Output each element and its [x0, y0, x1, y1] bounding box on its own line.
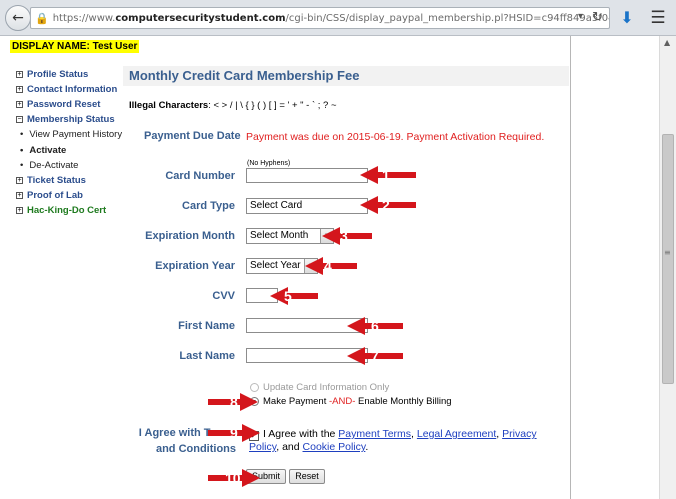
expiration-month-label: Expiration Month	[145, 230, 235, 242]
expand-icon: +	[16, 86, 23, 93]
browser-toolbar: ← 🔒 https://www.computersecuritystudent.…	[0, 0, 676, 36]
reset-button[interactable]: Reset	[289, 469, 325, 484]
annotation-arrow-3: 3	[322, 227, 372, 245]
cookie-policy-link[interactable]: Cookie Policy	[303, 441, 366, 453]
arrow-head-icon	[242, 424, 260, 442]
arrow-head-icon	[240, 393, 258, 411]
sidebar-item-membership-status[interactable]: − Membership Status	[16, 114, 115, 125]
scroll-thumb[interactable]	[662, 134, 674, 384]
radio-make-payment[interactable]: Make Payment -AND- Enable Monthly Billin…	[250, 396, 452, 407]
address-bar[interactable]: 🔒 https://www.computersecuritystudent.co…	[30, 7, 610, 29]
agree-terms-text: ✓ I Agree with the Payment Terms, Legal A…	[249, 428, 537, 453]
expiration-year-label: Expiration Year	[155, 260, 235, 272]
page-title: Monthly Credit Card Membership Fee	[129, 68, 360, 83]
card-number-hint: (No Hyphens)	[247, 160, 291, 167]
sidebar-item-proof-of-lab[interactable]: + Proof of Lab	[16, 190, 83, 201]
first-name-label: First Name	[178, 320, 235, 332]
sidebar-item-profile-status[interactable]: + Profile Status	[16, 69, 88, 80]
radio-update-card[interactable]: Update Card Information Only	[250, 382, 389, 393]
annotation-arrow-6: 6	[347, 317, 403, 335]
download-icon[interactable]: ⬇	[616, 7, 638, 29]
annotation-arrow-1: 1	[360, 166, 416, 184]
legal-agreement-link[interactable]: Legal Agreement	[417, 428, 496, 440]
expand-icon: +	[16, 177, 23, 184]
menu-icon[interactable]: ☰	[647, 7, 669, 29]
annotation-arrow-10: 10	[208, 469, 260, 487]
back-button[interactable]: ←	[5, 5, 31, 31]
card-number-input[interactable]	[246, 168, 368, 183]
sidebar-item-contact-information[interactable]: + Contact Information	[16, 84, 117, 95]
payment-due-message: Payment was due on 2015-06-19. Payment A…	[246, 131, 545, 143]
url-text: https://www.computersecuritystudent.com/…	[52, 12, 609, 24]
payment-due-label: Payment Due Date	[144, 130, 241, 142]
lock-icon: 🔒	[35, 11, 49, 25]
card-number-label: Card Number	[165, 170, 235, 182]
radio-button[interactable]	[250, 383, 259, 392]
illegal-characters-note: Illegal Characters: < > / | \ { } ( ) [ …	[129, 100, 337, 111]
payment-terms-link[interactable]: Payment Terms	[338, 428, 411, 440]
vertical-scrollbar[interactable]: ▲ ≡	[659, 36, 676, 499]
expand-icon: +	[16, 101, 23, 108]
annotation-arrow-9: 9	[208, 424, 260, 442]
card-type-select[interactable]: Select Card	[246, 198, 368, 214]
display-name: DISPLAY NAME: Test User	[10, 40, 140, 53]
cvv-label: CVV	[212, 290, 235, 302]
reload-icon[interactable]: ↻	[592, 10, 603, 25]
expiration-month-select[interactable]: Select Month ▼	[246, 228, 334, 244]
card-type-label: Card Type	[182, 200, 235, 212]
expand-icon: +	[16, 71, 23, 78]
collapse-icon: −	[16, 116, 23, 123]
sidebar-subitem-view-payment-history[interactable]: View Payment History	[20, 129, 122, 140]
sidebar-item-password-reset[interactable]: + Password Reset	[16, 99, 100, 110]
annotation-arrow-8: 8	[208, 393, 258, 411]
expand-icon: +	[16, 207, 23, 214]
url-dropdown-icon[interactable]: ▾	[578, 11, 583, 22]
sidebar-subitem-activate[interactable]: Activate	[20, 145, 66, 156]
scroll-grip-icon: ≡	[664, 248, 671, 257]
sidebar-item-hac-king-do-cert[interactable]: + Hac-King-Do Cert	[16, 205, 106, 216]
last-name-label: Last Name	[179, 350, 235, 362]
back-arrow-icon: ←	[12, 10, 24, 26]
arrow-head-icon	[242, 469, 260, 487]
annotation-arrow-2: 2	[360, 196, 416, 214]
annotation-arrow-5: 5	[270, 287, 318, 305]
right-column	[570, 36, 660, 499]
annotation-arrow-4: 4	[305, 257, 357, 275]
sidebar-subitem-de-activate[interactable]: De-Activate	[20, 160, 78, 171]
annotation-arrow-7: 7	[347, 347, 403, 365]
scroll-up-icon[interactable]: ▲	[664, 38, 670, 47]
sidebar-item-ticket-status[interactable]: + Ticket Status	[16, 175, 86, 186]
expand-icon: +	[16, 192, 23, 199]
